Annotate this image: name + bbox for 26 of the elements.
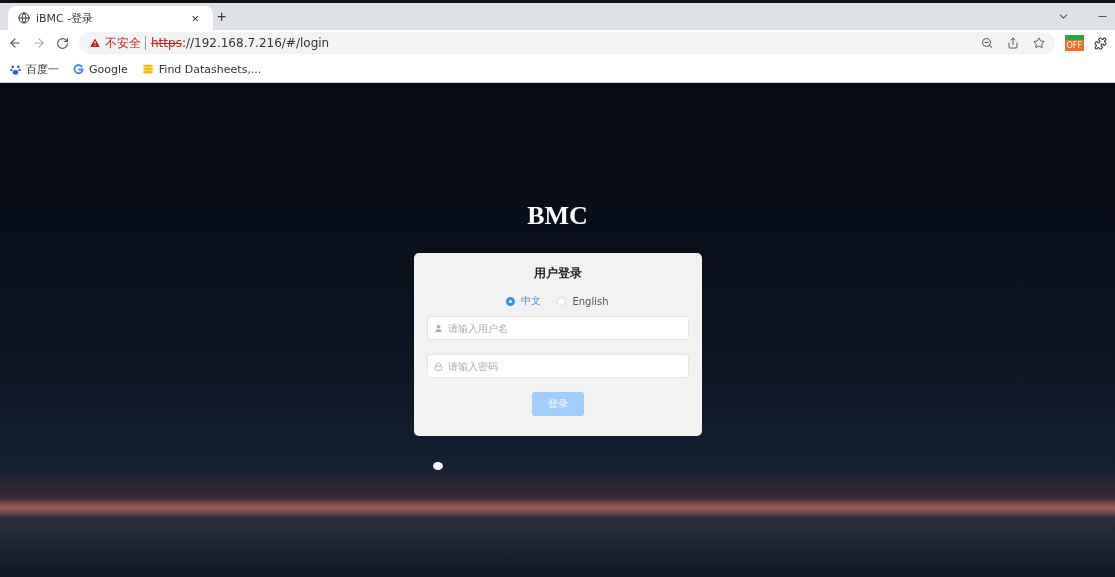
username-field[interactable]: 请输入用户名 bbox=[426, 316, 689, 340]
address-bar[interactable]: 不安全 https://192.168.7.216/#/login bbox=[79, 32, 1055, 54]
security-label: 不安全 bbox=[105, 34, 141, 52]
logo-text: BMC bbox=[527, 201, 588, 231]
share-icon[interactable] bbox=[1006, 37, 1019, 49]
zoom-out-icon[interactable] bbox=[980, 37, 993, 49]
url-text: https://192.168.7.216/#/login bbox=[145, 36, 330, 50]
g-logo-icon bbox=[73, 63, 84, 75]
moon-icon bbox=[432, 462, 443, 470]
globe-icon bbox=[18, 12, 30, 24]
bookmark-link[interactable]: Google bbox=[73, 62, 128, 76]
bookmark-link[interactable]: Find Datasheets,... bbox=[141, 62, 262, 76]
password-field[interactable]: 请输入密码 bbox=[426, 354, 689, 378]
star-icon[interactable] bbox=[1032, 37, 1045, 49]
new-tab-button[interactable]: + bbox=[213, 7, 231, 26]
puzzle-icon[interactable] bbox=[1094, 36, 1107, 50]
back-icon[interactable] bbox=[8, 36, 22, 50]
login-title: 用户登录 bbox=[533, 265, 582, 282]
language-radio[interactable]: English bbox=[557, 294, 609, 308]
paw-icon bbox=[10, 63, 21, 75]
browser-tab[interactable]: iBMC -登录 × bbox=[8, 6, 213, 30]
stack-icon bbox=[141, 64, 154, 74]
reload-icon[interactable] bbox=[56, 36, 69, 50]
bookmark-link[interactable]: 百度一 bbox=[10, 61, 59, 77]
warning-icon bbox=[89, 37, 101, 49]
close-tab-button[interactable]: × bbox=[187, 10, 203, 26]
